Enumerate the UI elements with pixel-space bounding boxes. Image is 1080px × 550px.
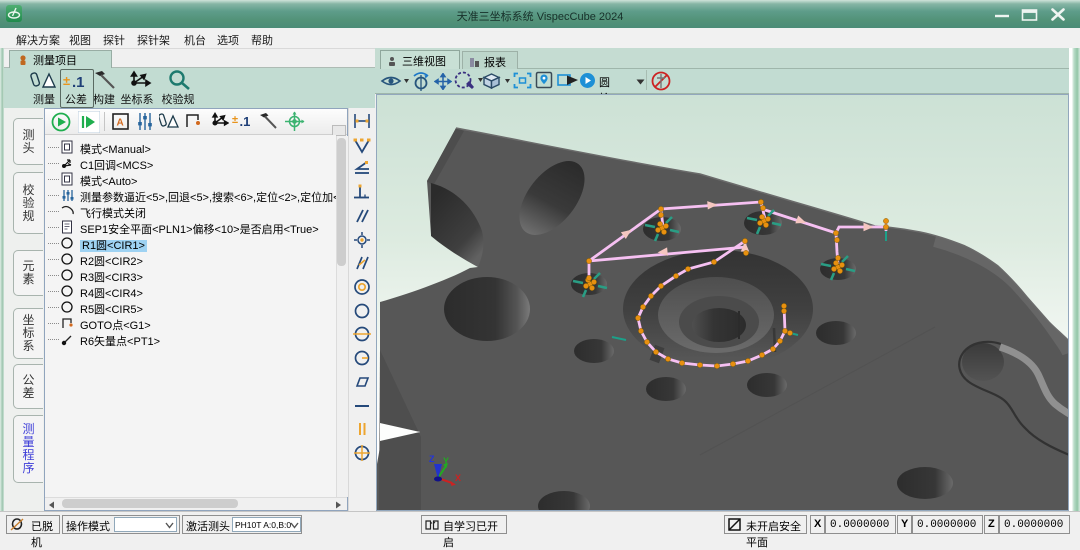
svg-text:±: ± <box>232 114 238 126</box>
svg-text:Y: Y <box>443 456 449 466</box>
svg-text:Z: Z <box>429 454 435 464</box>
svg-text:A: A <box>117 118 124 129</box>
svg-text:.1: .1 <box>240 114 251 129</box>
svg-text:X: X <box>455 473 461 483</box>
